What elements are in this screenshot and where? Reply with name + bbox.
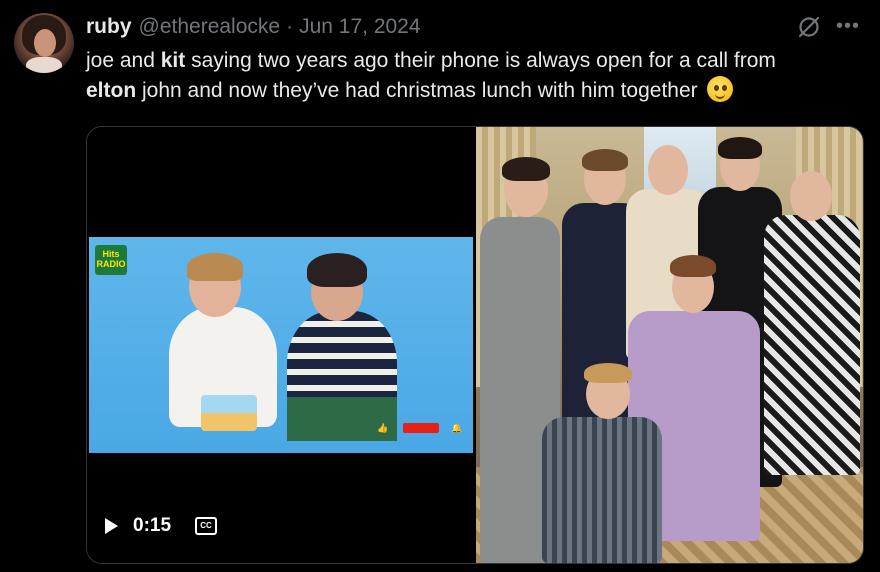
more-options-icon[interactable]: ••• <box>836 16 860 36</box>
post-date[interactable]: Jun 17, 2024 <box>299 15 420 39</box>
closed-captions-icon[interactable]: CC <box>195 517 218 535</box>
video-frame[interactable]: Hits RADIO 👍 🔔 <box>89 237 473 453</box>
play-icon[interactable] <box>105 518 118 534</box>
grok-icon[interactable] <box>796 14 822 40</box>
hits-radio-logo: Hits RADIO <box>95 245 127 275</box>
video-player[interactable]: Hits RADIO 👍 🔔 0:15 CC <box>87 127 474 563</box>
tweet-text: joe and kit saying two years ago their p… <box>86 46 856 106</box>
tweet-text-bold: elton <box>86 79 137 102</box>
bell-icon: 🔔 <box>451 423 463 433</box>
media-container: Hits RADIO 👍 🔔 0:15 CC <box>86 126 864 564</box>
group-photo[interactable] <box>476 127 863 563</box>
holding-back-tears-emoji <box>706 76 733 102</box>
video-time: 0:15 <box>133 515 172 536</box>
user-handle[interactable]: @etherealocke <box>139 15 281 39</box>
tweet-text-bold: kit <box>160 49 186 72</box>
tweet-header: ruby @etherealocke · Jun 17, 2024 <box>86 14 421 40</box>
separator-dot: · <box>286 15 294 38</box>
tweet-text-part: john and now they’ve had christmas lunch… <box>136 79 698 102</box>
subscribe-badge <box>403 423 439 433</box>
like-icon: 👍 <box>377 423 389 433</box>
video-controls: 0:15 CC <box>105 513 218 539</box>
gift-box <box>201 395 257 431</box>
display-name[interactable]: ruby <box>86 15 132 39</box>
tweet-text-part: joe and <box>86 49 161 72</box>
author-avatar[interactable] <box>14 13 74 73</box>
tweet-text-part: saying two years ago their phone is alwa… <box>185 49 776 72</box>
